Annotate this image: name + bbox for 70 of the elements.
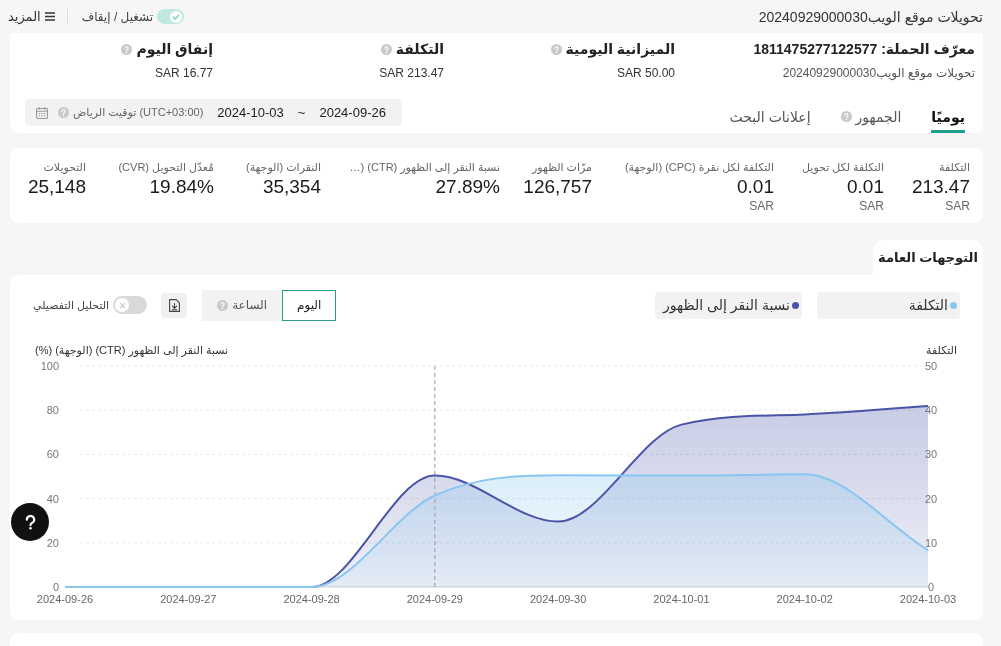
axis-label: 20 xyxy=(924,492,938,505)
field-value: SAR 16.77 xyxy=(153,65,213,82)
metric-label: التكلفة لكل تحويل xyxy=(802,160,884,175)
axis-label: 2024-09-28 xyxy=(283,593,340,605)
calendar-icon xyxy=(36,106,48,119)
axis-label: 40 xyxy=(924,404,938,417)
help-icon xyxy=(24,514,36,530)
axis-label: 30 xyxy=(924,448,938,461)
axis-label: 2024-10-01 xyxy=(653,593,710,605)
metric-value: 213.47 xyxy=(911,175,970,199)
axis-label: 50 xyxy=(924,360,938,372)
axis-label: 0 xyxy=(52,581,59,593)
field-value: SAR 213.47 xyxy=(378,65,444,82)
metric-label: مُعدّل التحويل (CVR) xyxy=(118,160,214,175)
metric-unit: SAR xyxy=(749,199,774,213)
metric-value: 19.84% xyxy=(149,175,214,199)
toggle-label: تشغيل / إيقاف xyxy=(81,9,154,24)
axis-label: 2024-09-29 xyxy=(406,593,463,605)
metric-label: التكلفة xyxy=(939,160,970,175)
axis-label: 40 xyxy=(46,492,59,505)
tab[interactable]: إعلانات البحث xyxy=(729,97,811,133)
x-icon xyxy=(118,301,126,309)
series-select[interactable]: التكلفة xyxy=(817,291,960,319)
menu-icon xyxy=(44,12,55,21)
section-tab[interactable]: التوجهات العامة xyxy=(873,240,983,275)
campaign-id: معرّف الحملة: 1811475277122577 xyxy=(752,40,975,59)
toggle-label: التحليل التفصيلي xyxy=(33,298,110,312)
axis-label: 20 xyxy=(46,536,59,549)
metric-value: 0.01 xyxy=(847,175,884,199)
field-label: إنفاق اليوم xyxy=(136,40,213,59)
tab[interactable]: الجمهور xyxy=(840,97,902,133)
more-button[interactable]: المزيد xyxy=(8,9,55,24)
axis-label: 100 xyxy=(40,360,59,372)
series-select[interactable]: نسبة النقر إلى الظهور xyxy=(655,291,802,319)
axis-title: نسبة النقر إلى الظهور (CTR) (الوجهة) (%) xyxy=(35,343,229,357)
export-button[interactable] xyxy=(161,292,188,318)
download-icon xyxy=(168,298,180,312)
axis-label: 2024-09-26 xyxy=(36,593,94,605)
metric-label: نسبة النقر إلى الظهور (CTR) (… xyxy=(349,160,500,175)
field-label: التكلفة xyxy=(395,40,444,59)
metric-label: النقرات (الوجهة) xyxy=(246,160,321,175)
metric-value: 126,757 xyxy=(523,175,592,199)
axis-label: 2024-10-02 xyxy=(776,593,833,605)
metric-value: 27.89% xyxy=(435,175,500,199)
axis-label: 2024-09-27 xyxy=(160,593,217,605)
tab[interactable]: يوميًا xyxy=(931,97,965,133)
campaign-name: تحويلات موقع الويب20240929000030 xyxy=(781,65,975,82)
axis-label: 60 xyxy=(46,448,59,461)
detail-toggle[interactable] xyxy=(113,296,148,314)
axis-label: 80 xyxy=(46,404,59,417)
metric-unit: SAR xyxy=(945,199,970,213)
axis-label: 2024-09-30 xyxy=(530,593,587,605)
field-value: SAR 50.00 xyxy=(615,65,675,82)
granularity-tab[interactable]: الساعة xyxy=(202,289,283,321)
axis-label: 10 xyxy=(924,536,938,549)
metric-label: التكلفة لكل نقرة (CPC) (الوجهة) xyxy=(624,160,774,175)
granularity-tab[interactable]: اليوم xyxy=(282,289,337,321)
axis-label: 2024-10-03 xyxy=(899,593,957,605)
status-toggle[interactable] xyxy=(157,9,185,24)
field-label: الميزانية اليومية xyxy=(565,40,675,59)
metric-value: 25,148 xyxy=(27,175,86,199)
page-title: تحويلات موقع الويب20240929000030 xyxy=(758,8,983,25)
axis-label: 0 xyxy=(927,581,935,593)
axis-title: التكلفة xyxy=(926,343,957,357)
metric-value: 35,354 xyxy=(262,175,321,199)
check-icon xyxy=(172,12,181,21)
metric-label: التحويلات xyxy=(43,160,86,175)
metric-label: مرّات الظهور xyxy=(532,160,592,175)
metric-value: 0.01 xyxy=(737,175,774,199)
metric-unit: SAR xyxy=(859,199,884,213)
